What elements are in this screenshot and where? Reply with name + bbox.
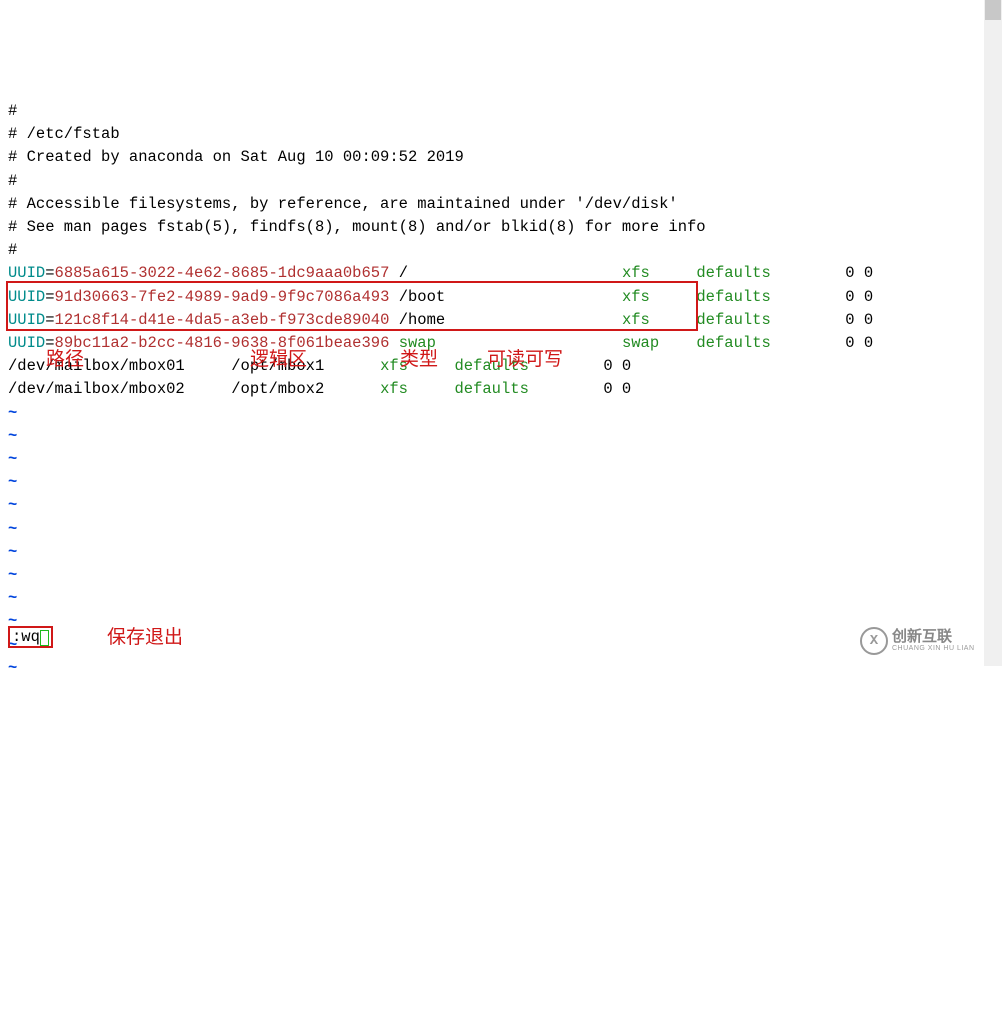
tilde-line: ~ xyxy=(8,589,17,607)
scrollbar-thumb[interactable] xyxy=(985,0,1001,20)
tilde-line: ~ xyxy=(8,543,17,561)
comment-line: # /etc/fstab xyxy=(8,125,120,143)
annotation-path: 路径 xyxy=(46,344,84,371)
annotation-save-exit: 保存退出 xyxy=(107,622,183,649)
comment-line: # xyxy=(8,172,17,190)
tilde-line: ~ xyxy=(8,450,17,468)
tilde-line: ~ xyxy=(8,566,17,584)
fstab-uuid-row: UUID=121c8f14-d41e-4da5-a3eb-f973cde8904… xyxy=(8,311,873,329)
comment-line: # xyxy=(8,102,17,120)
fstab-uuid-row: UUID=91d30663-7fe2-4989-9ad9-9f9c7086a49… xyxy=(8,288,873,306)
watermark-brand: 创新互联 xyxy=(892,629,975,646)
fstab-uuid-row: UUID=6885a615-3022-4e62-8685-1dc9aaa0b65… xyxy=(8,264,873,282)
tilde-line: ~ xyxy=(8,496,17,514)
comment-line: # Created by anaconda on Sat Aug 10 00:0… xyxy=(8,148,464,166)
comment-line: # Accessible filesystems, by reference, … xyxy=(8,195,678,213)
vim-command-input[interactable]: :wq xyxy=(8,626,53,648)
watermark: X 创新互联 CHUANG XIN HU LIAN xyxy=(860,624,980,658)
tilde-line: ~ xyxy=(8,473,17,491)
tilde-line: ~ xyxy=(8,520,17,538)
watermark-logo-icon: X xyxy=(860,627,888,655)
annotation-type: 类型 xyxy=(400,344,438,371)
comment-line: # See man pages fstab(5), findfs(8), mou… xyxy=(8,218,706,236)
tilde-line: ~ xyxy=(8,404,17,422)
annotation-rw: 可读可写 xyxy=(487,344,563,371)
annotation-logical: 逻辑区 xyxy=(250,344,307,371)
tilde-line: ~ xyxy=(8,659,17,677)
cursor-icon xyxy=(40,630,49,646)
fstab-dev-row: /dev/mailbox/mbox02 /opt/mbox2 xfs defau… xyxy=(8,380,631,398)
watermark-sub: CHUANG XIN HU LIAN xyxy=(892,645,975,653)
scrollbar[interactable] xyxy=(984,0,1002,666)
terminal-editor[interactable]: # # /etc/fstab # Created by anaconda on … xyxy=(0,72,1002,680)
tilde-line: ~ xyxy=(8,427,17,445)
comment-line: # xyxy=(8,241,17,259)
fstab-uuid-row: UUID=89bc11a2-b2cc-4816-9638-8f061beae39… xyxy=(8,334,873,352)
